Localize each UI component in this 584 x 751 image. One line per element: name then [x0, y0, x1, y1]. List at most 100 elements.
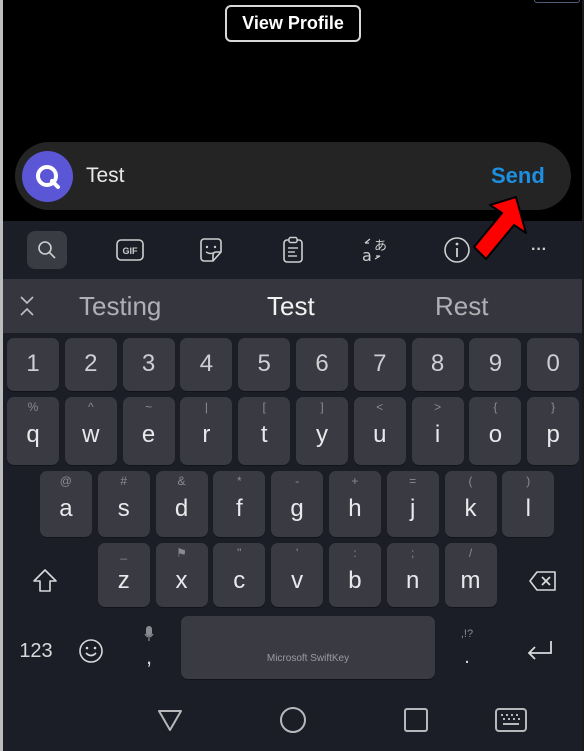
key-5[interactable]: 5 — [238, 338, 291, 391]
suggestion-bar: Testing Test Rest — [3, 279, 582, 333]
key-label: 1 — [26, 350, 40, 377]
key-label: n — [406, 567, 420, 594]
key-h[interactable]: + h — [328, 471, 381, 537]
message-input[interactable]: Test — [86, 164, 125, 188]
key-label: q — [26, 421, 40, 448]
emoji-icon[interactable] — [73, 631, 109, 671]
key-y[interactable]: ] y — [296, 397, 348, 465]
key-6[interactable]: 6 — [296, 338, 348, 391]
gif-icon[interactable]: GIF — [110, 231, 150, 269]
key-9[interactable]: 9 — [469, 338, 522, 391]
shift-icon[interactable] — [25, 561, 65, 601]
key-j[interactable]: = j — [386, 471, 439, 537]
key-k[interactable]: (k — [444, 471, 497, 537]
key-alt-label: ' — [295, 546, 299, 560]
key-label: f — [235, 495, 243, 522]
key-alt-label: ; — [411, 546, 415, 560]
microphone-icon — [144, 626, 154, 641]
key-o[interactable]: {o — [469, 397, 522, 465]
key-s[interactable]: # s — [97, 471, 150, 537]
key-2[interactable]: 2 — [64, 338, 117, 391]
info-icon[interactable] — [437, 231, 477, 269]
key-8[interactable]: 8 — [411, 338, 464, 391]
suggestion-item[interactable]: Test — [267, 291, 315, 322]
key-alt-label: ⚑ — [176, 546, 187, 560]
key-r[interactable]: | r — [180, 397, 233, 465]
suggestion-item[interactable]: Rest — [435, 291, 488, 322]
enter-icon[interactable] — [518, 631, 562, 671]
key-label: a — [59, 495, 73, 522]
key-label: i — [434, 421, 441, 448]
key-label: p — [546, 421, 560, 448]
key-4[interactable]: 4 — [180, 338, 233, 391]
keyboard: GIF aあ ··· Testing Test Rest 1 2 3 4 5 6 7 8 9 0%… — [3, 221, 582, 751]
key-alt-label: = — [409, 474, 417, 488]
key-label: v — [291, 567, 304, 594]
key-v[interactable]: ' v — [271, 543, 324, 607]
keyboard-toolbar: GIF aあ ··· — [3, 221, 582, 278]
key-label: m — [460, 567, 481, 594]
key-u[interactable]: < u — [353, 397, 406, 465]
key-f[interactable]: * f — [213, 471, 266, 537]
more-icon[interactable]: ··· — [519, 231, 559, 269]
home-icon[interactable] — [276, 703, 310, 737]
key-alt-label: # — [120, 474, 128, 488]
key-n[interactable]: ; n — [386, 543, 439, 607]
collapse-chevron-icon[interactable] — [17, 293, 37, 319]
view-profile-button[interactable]: View Profile — [225, 5, 361, 42]
key-0[interactable]: 0 — [527, 338, 580, 391]
key-label: d — [174, 495, 189, 522]
back-icon[interactable] — [153, 703, 187, 737]
key-1[interactable]: 1 — [7, 338, 59, 391]
key-t[interactable]: [t — [238, 397, 291, 465]
key-g[interactable]: -g — [271, 471, 324, 537]
key-l[interactable]: ) l — [502, 471, 555, 537]
key-label: l — [525, 495, 531, 522]
key-3[interactable]: 3 — [122, 338, 175, 391]
numbers-toggle-key[interactable]: 123 — [11, 631, 61, 671]
key-d[interactable]: & d — [155, 471, 208, 537]
key-w[interactable]: ^ w — [64, 397, 117, 465]
key-alt-label: ~ — [145, 400, 153, 414]
keyboard-switch-icon[interactable] — [491, 703, 531, 737]
key-c[interactable]: " c — [213, 543, 266, 607]
key-alt-label: * — [236, 474, 242, 488]
key-p[interactable]: } p — [527, 397, 580, 465]
translate-icon[interactable]: aあ — [355, 231, 395, 269]
key-b[interactable]: :b — [328, 543, 381, 607]
key-label: 8 — [430, 350, 445, 377]
key-alt-label: / — [468, 546, 473, 560]
key-alt-label: ) — [526, 474, 531, 488]
send-button[interactable]: Send — [491, 163, 545, 189]
search-q-icon[interactable] — [22, 151, 73, 202]
key-alt-label: > — [434, 400, 442, 414]
period-key[interactable]: ,!? . — [451, 619, 483, 677]
key-label: t — [260, 421, 268, 448]
key-alt-label: } — [551, 400, 556, 414]
suggestion-item[interactable]: Testing — [79, 291, 161, 322]
key-alt-label: + — [351, 474, 359, 488]
key-q[interactable]: % q — [7, 397, 59, 465]
key-label: 3 — [141, 350, 156, 377]
recents-icon[interactable] — [399, 703, 433, 737]
comma-key[interactable]: , — [131, 619, 167, 677]
key-label: e — [141, 421, 156, 448]
backspace-icon[interactable] — [523, 561, 563, 601]
key-7[interactable]: 7 — [353, 338, 406, 391]
key-e[interactable]: ~ e — [122, 397, 175, 465]
space-key-label: Microsoft SwiftKey — [266, 653, 350, 664]
space-key[interactable]: Microsoft SwiftKey — [181, 616, 435, 679]
key-m[interactable]: / m — [444, 543, 497, 607]
key-label: z — [117, 567, 130, 594]
sticker-icon[interactable] — [191, 231, 231, 269]
clipboard-icon[interactable] — [273, 231, 313, 269]
key-z[interactable]: _ z — [97, 543, 150, 607]
key-label: o — [488, 421, 503, 448]
key-x[interactable]: ⚑ x — [155, 543, 208, 607]
system-nav-bar — [3, 691, 582, 751]
key-i[interactable]: > i — [411, 397, 464, 465]
search-icon[interactable] — [27, 231, 67, 269]
key-a[interactable]: @ a — [39, 471, 92, 537]
key-alt-label: _ — [120, 546, 128, 560]
key-label: 4 — [199, 350, 214, 377]
